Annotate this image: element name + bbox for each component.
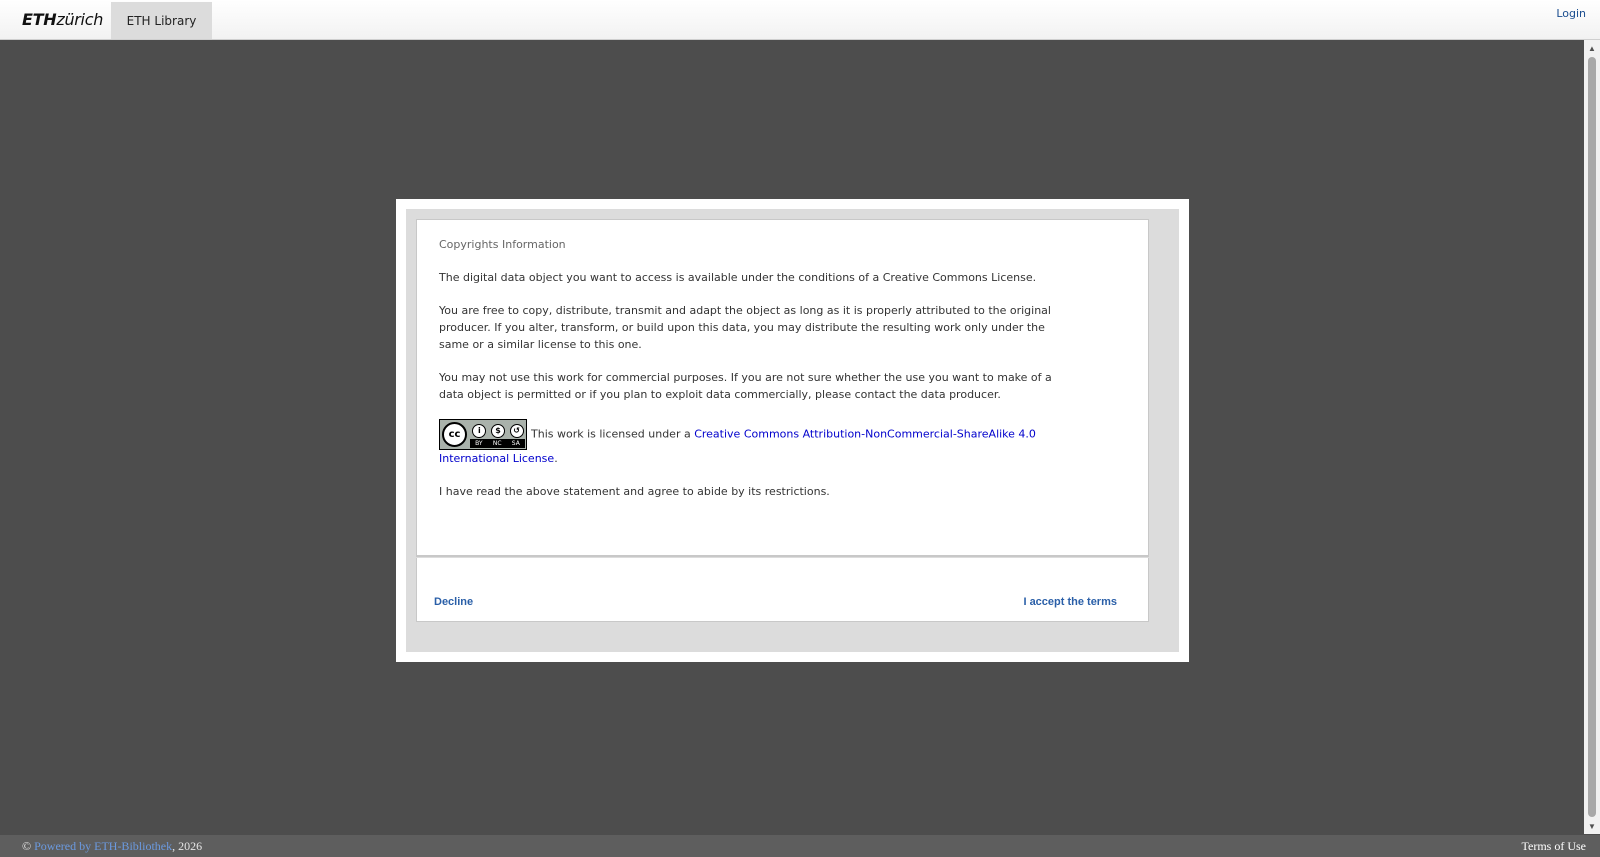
page-footer: © Powered by ETH-Bibliothek, 2026 Terms … — [0, 835, 1600, 857]
license-suffix-text: . — [554, 452, 558, 465]
footer-year: , 2026 — [172, 839, 203, 853]
top-header: ETHzürich ETH Library Login — [0, 0, 1600, 40]
dialog-content: Copyrights Information The digital data … — [439, 236, 1064, 516]
eth-library-tab[interactable]: ETH Library — [111, 2, 212, 39]
sa-label: SA — [511, 440, 520, 447]
login-link[interactable]: Login — [1556, 7, 1586, 20]
cc-condition-labels: BY NC SA — [470, 439, 525, 448]
access-paragraph: The digital data object you want to acce… — [439, 271, 1037, 284]
scroll-up-arrow-icon[interactable]: ▲ — [1584, 40, 1600, 56]
commercial-paragraph: You may not use this work for commercial… — [439, 371, 1052, 401]
license-paragraph: cc i $ ↺ BY NC SA This work is licensed … — [439, 419, 1064, 467]
dialog-footer: Decline I accept the terms — [416, 558, 1149, 622]
accept-terms-button[interactable]: I accept the terms — [1023, 596, 1117, 608]
license-prefix-text: This work is licensed under a — [531, 427, 695, 441]
vertical-scrollbar[interactable]: ▲ ▼ — [1584, 40, 1600, 834]
by-label: BY — [475, 440, 483, 447]
eth-zurich-logo[interactable]: ETHzürich — [22, 10, 103, 29]
cc-logo-icon: cc — [442, 422, 467, 447]
logo-zurich-text: zürich — [56, 10, 104, 29]
dialog-title: Copyrights Information — [439, 238, 566, 251]
license-link[interactable]: Creative Commons Attribution-NonCommerci… — [439, 428, 1036, 466]
nc-label: NC — [492, 440, 502, 447]
terms-of-use-link[interactable]: Terms of Use — [1522, 839, 1586, 854]
copyright-dialog: Copyrights Information The digital data … — [396, 199, 1189, 662]
scrollbar-thumb[interactable] — [1588, 57, 1596, 817]
logo-eth-text: ETH — [22, 10, 57, 29]
cc-by-nc-sa-badge-icon[interactable]: cc i $ ↺ BY NC SA — [439, 419, 527, 450]
agreement-statement: I have read the above statement and agre… — [439, 485, 830, 498]
free-use-paragraph: You are free to copy, distribute, transm… — [439, 304, 1051, 351]
decline-button[interactable]: Decline — [434, 596, 473, 608]
powered-by-link[interactable]: Powered by ETH-Bibliothek — [34, 839, 172, 853]
copyright-symbol: © — [22, 839, 32, 853]
footer-copyright: © Powered by ETH-Bibliothek, 2026 — [22, 839, 202, 854]
dialog-body: Copyrights Information The digital data … — [416, 219, 1149, 557]
scroll-down-arrow-icon[interactable]: ▼ — [1584, 818, 1600, 834]
